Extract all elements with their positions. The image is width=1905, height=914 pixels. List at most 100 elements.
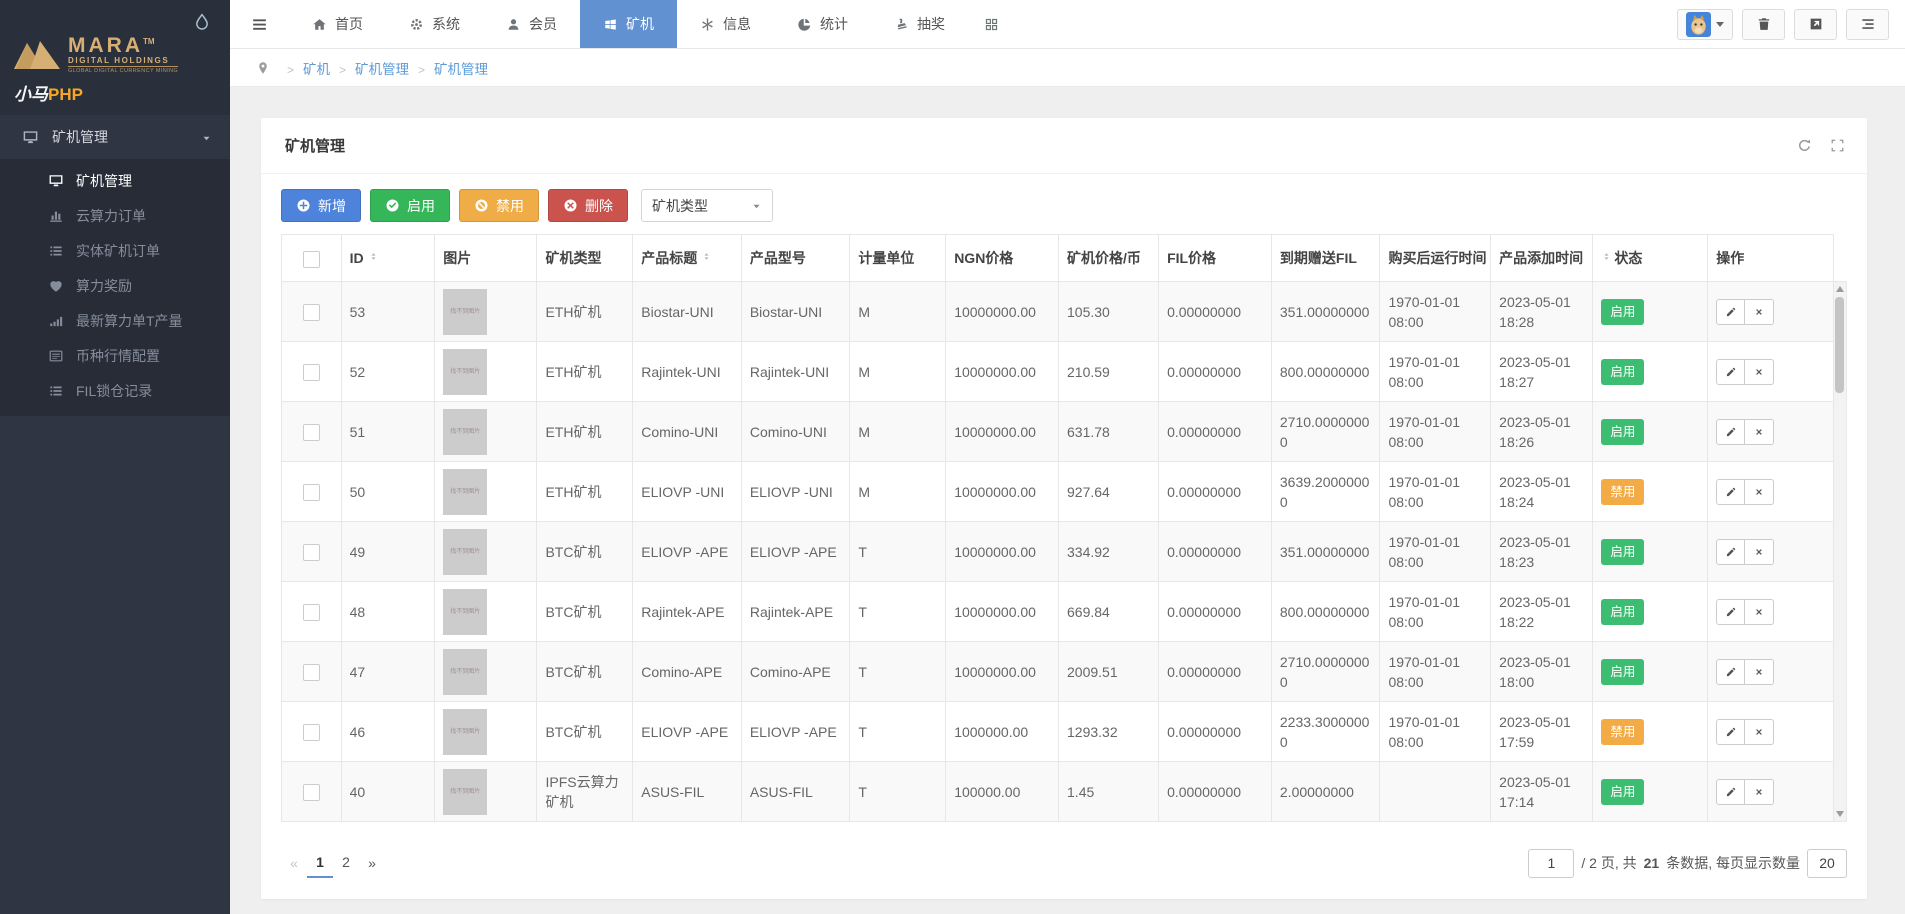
nav-tab-抽奖[interactable]: 抽奖 [871,0,968,48]
sidebar-item-0[interactable]: 矿机管理 [0,163,230,198]
chevron-down-icon [201,129,212,145]
scrollbar-thumb[interactable] [1835,297,1844,393]
breadcrumb-link-0[interactable]: 矿机 [303,62,330,77]
cell-machine-price: 631.78 [1058,401,1160,462]
nav-tab-统计[interactable]: 统计 [774,0,871,48]
logo-sub: DIGITAL HOLDINGS [68,56,170,65]
cell-machine-type: BTC矿机 [536,581,634,642]
page-info-after: 条数据, 每页显示数量 [1666,855,1800,871]
cell-expire-gift-fil: 2710.00000000 [1270,641,1381,702]
cell-machine-price: 105.30 [1058,281,1160,342]
page-size-input[interactable] [1807,848,1847,878]
user-menu-button[interactable] [1677,8,1733,40]
clear-cache-button[interactable] [1742,8,1785,40]
machine-type-select[interactable]: 矿机类型 [641,189,773,222]
row-checkbox[interactable] [302,484,320,502]
table-row: 52 找不到图片 ETH矿机 Rajintek-UNI Rajintek-UNI M 100… [281,341,1834,402]
nav-tab-信息[interactable]: 信息 [677,0,774,48]
edit-button[interactable] [1716,538,1746,565]
logo-text: MARATM DIGITAL HOLDINGS GLOBAL DIGITAL C… [68,32,179,74]
sidebar-item-4[interactable]: 最新算力单T产量 [0,303,230,338]
nav-tab-矿机[interactable]: 矿机 [580,0,677,48]
sidebar-item-label: 最新算力单T产量 [76,312,183,329]
sidebar-item-3[interactable]: 算力奖励 [0,268,230,303]
nav-tab-会员[interactable]: 会员 [483,0,580,48]
scroll-down-arrow-icon[interactable] [1836,811,1844,817]
nav-tab-系统[interactable]: 系统 [386,0,483,48]
table-zone: ID 图片 矿机类型 产品标题 产品型号 计量单位 NGN价格 矿机价格/币 FIL价格 到期赠送… [281,234,1847,822]
delete-row-button[interactable] [1745,478,1775,505]
prev-page-button[interactable]: « [281,849,307,877]
column-header-7: NGN价格 [945,234,1060,282]
water-drop-icon[interactable] [192,10,214,36]
next-page-button[interactable]: » [359,849,385,877]
delete-button[interactable]: 删除 [548,189,628,222]
cell-image: 找不到图片 [434,761,538,822]
breadcrumb-link-2[interactable]: 矿机管理 [434,62,488,77]
row-checkbox[interactable] [302,784,320,802]
hamburger-icon [251,16,268,33]
edit-button[interactable] [1716,418,1746,445]
row-checkbox[interactable] [302,364,320,382]
nav-tab-grid-icon[interactable] [968,0,1015,48]
asterisk-icon [700,17,715,32]
cell-added-time: 2023-05-01 18:22 [1490,581,1594,642]
page-button-1[interactable]: 1 [307,848,333,878]
row-checkbox[interactable] [302,604,320,622]
scroll-up-arrow-icon[interactable] [1836,286,1844,292]
disable-button[interactable]: 禁用 [459,189,539,222]
sidebar-group-mining[interactable]: 矿机管理 [0,115,230,159]
cell-checkbox [281,701,342,762]
row-checkbox[interactable] [302,544,320,562]
refresh-icon[interactable] [1797,138,1812,153]
edit-button[interactable] [1716,658,1746,685]
row-checkbox[interactable] [302,724,320,742]
cell-expire-gift-fil: 800.00000000 [1270,581,1381,642]
more-menu-button[interactable] [1846,8,1889,40]
sidebar-item-2[interactable]: 实体矿机订单 [0,233,230,268]
sidebar-item-5[interactable]: 币种行情配置 [0,338,230,373]
edit-button[interactable] [1716,778,1746,805]
sort-icon[interactable] [1601,250,1612,263]
page-button-2[interactable]: 2 [333,848,359,878]
edit-button[interactable] [1716,598,1746,625]
edit-button[interactable] [1716,478,1746,505]
edit-button[interactable] [1716,718,1746,745]
table-head-row: ID 图片 矿机类型 产品标题 产品型号 计量单位 NGN价格 矿机价格/币 FIL价格 到期赠送… [281,234,1834,282]
cell-image: 找不到图片 [434,581,538,642]
delete-row-button[interactable] [1745,598,1775,625]
cell-image: 找不到图片 [434,401,538,462]
open-site-button[interactable] [1794,8,1837,40]
page-jump-input[interactable] [1528,848,1575,878]
row-checkbox[interactable] [302,304,320,322]
delete-row-button[interactable] [1745,778,1775,805]
table-scrollbar[interactable] [1834,281,1847,822]
breadcrumb-link-1[interactable]: 矿机管理 [355,62,409,77]
row-checkbox[interactable] [302,664,320,682]
row-checkbox[interactable] [302,424,320,442]
nav-tab-首页[interactable]: 首页 [289,0,386,48]
delete-row-button[interactable] [1745,298,1775,325]
enable-button[interactable]: 启用 [370,189,450,222]
delete-row-button[interactable] [1745,718,1775,745]
sort-icon[interactable] [701,250,712,263]
sidebar-item-6[interactable]: FIL锁仓记录 [0,373,230,408]
delete-row-button[interactable] [1745,418,1775,445]
sidebar-toggle-button[interactable] [230,0,289,48]
edit-button[interactable] [1716,298,1746,325]
edit-button[interactable] [1716,358,1746,385]
select-all-checkbox[interactable] [302,250,320,268]
cell-actions [1707,641,1834,702]
delete-row-button[interactable] [1745,358,1775,385]
delete-row-button[interactable] [1745,658,1775,685]
cell-runtime: 1970-01-01 08:00 [1379,281,1492,342]
column-header-4: 产品标题 [632,234,742,282]
delete-row-button[interactable] [1745,538,1775,565]
add-button[interactable]: 新增 [281,189,361,222]
fullscreen-icon[interactable] [1830,138,1845,153]
table-row: 53 找不到图片 ETH矿机 Biostar-UNI Biostar-UNI M 10000… [281,281,1834,342]
sort-icon[interactable] [368,250,379,263]
cell-unit: T [849,581,947,642]
sidebar-item-1[interactable]: 云算力订单 [0,198,230,233]
cell-status: 启用 [1592,641,1709,702]
